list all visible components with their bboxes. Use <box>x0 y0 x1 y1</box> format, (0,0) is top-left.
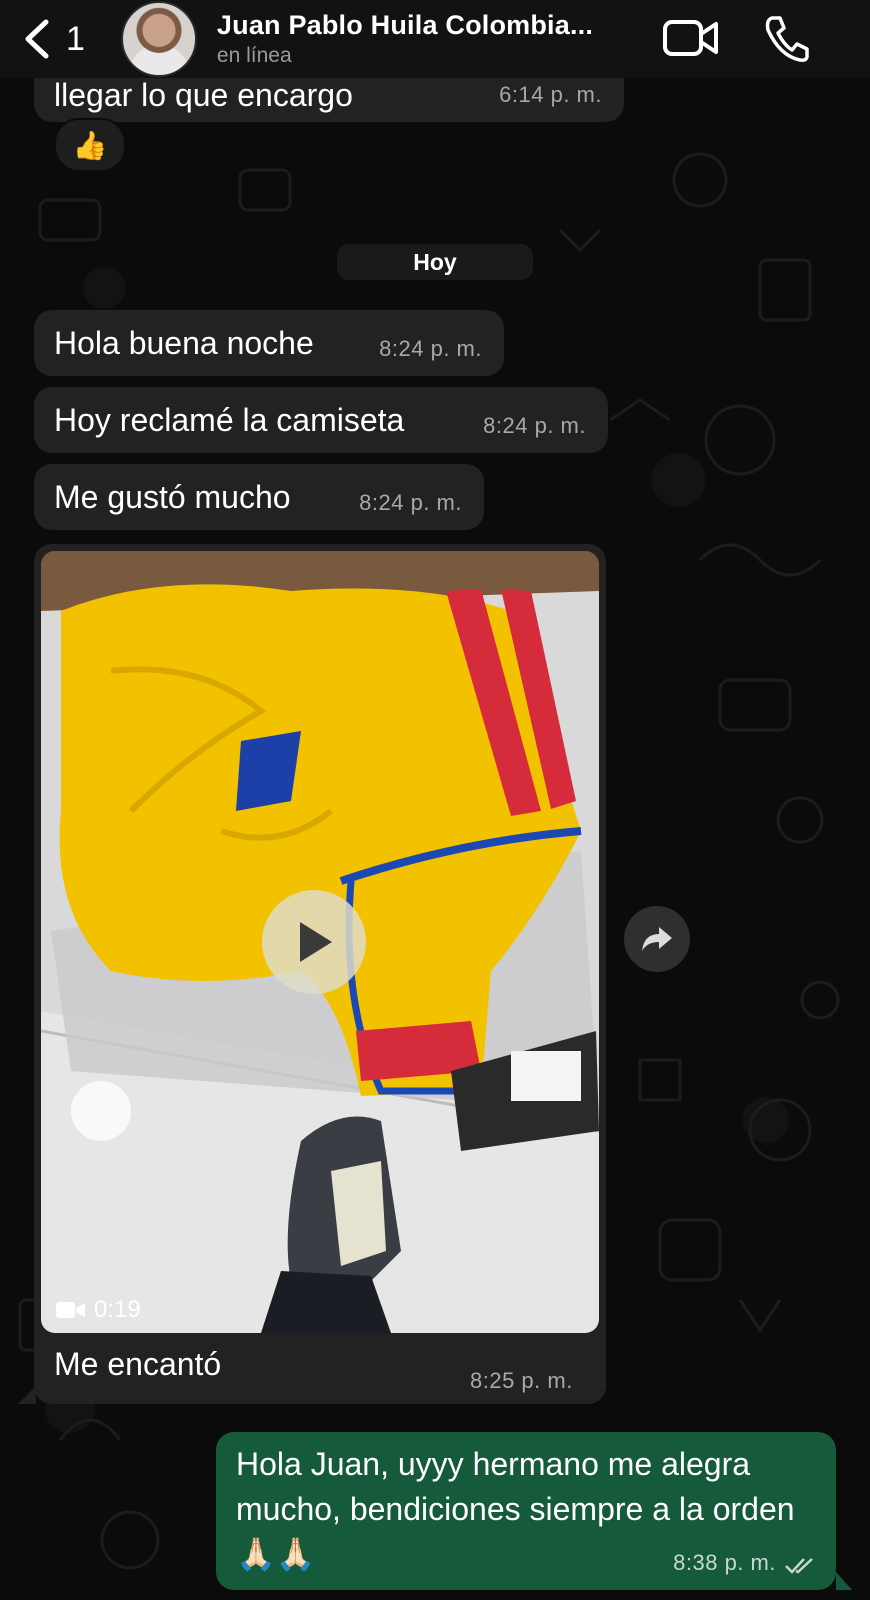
avatar[interactable] <box>120 1 197 77</box>
message-time: 6:14 p. m. <box>499 82 602 108</box>
date-separator: Hoy <box>337 244 533 280</box>
message-text: Me gustó mucho <box>54 479 291 515</box>
message-time: 8:24 p. m. <box>483 413 586 439</box>
reaction-badge[interactable]: 👍 <box>54 118 126 172</box>
video-caption: Me encantó <box>54 1346 222 1382</box>
message-time: 8:24 p. m. <box>379 336 482 362</box>
back-button[interactable]: 1 <box>22 18 85 60</box>
message-text: Hola buena noche <box>54 325 314 361</box>
duration-text: 0:19 <box>94 1296 141 1323</box>
contact-status: en línea <box>216 44 292 67</box>
chat-header: 1 Juan Pablo Huila Colombia... en línea <box>0 0 870 78</box>
read-receipt-icon <box>785 1558 813 1574</box>
video-camera-icon <box>56 1302 85 1318</box>
message-bubble[interactable]: Hola buena noche 8:24 p. m. <box>34 310 504 376</box>
message-text: Hoy reclamé la camiseta <box>54 402 405 438</box>
unread-count: 1 <box>66 19 85 58</box>
bubble-tail <box>836 1572 852 1590</box>
play-icon <box>300 922 332 962</box>
video-camera-icon <box>663 20 718 56</box>
phone-icon <box>765 16 809 62</box>
contact-info[interactable]: Juan Pablo Huila Colombia... en línea <box>217 10 637 68</box>
message-bubble[interactable]: Hoy reclamé la camiseta 8:24 p. m. <box>34 387 608 453</box>
message-bubble-outgoing[interactable]: Hola Juan, uyyy hermano me alegra mucho,… <box>216 1432 836 1590</box>
message-time: 8:25 p. m. <box>470 1368 573 1393</box>
message-bubble[interactable]: Me gustó mucho 8:24 p. m. <box>34 464 484 530</box>
thumbs-up-icon: 👍 <box>72 129 108 161</box>
forward-button[interactable] <box>624 906 690 972</box>
contact-name: Juan Pablo Huila Colombia... <box>216 10 594 40</box>
message-time: 8:38 p. m. <box>673 1550 776 1576</box>
chevron-left-icon <box>25 19 49 59</box>
video-duration: 0:19 <box>56 1296 141 1324</box>
message-time: 8:24 p. m. <box>359 490 462 516</box>
voice-call-button[interactable] <box>762 12 810 69</box>
forward-arrow-icon <box>642 927 672 951</box>
video-call-button[interactable] <box>662 12 720 69</box>
bubble-tail <box>18 1386 36 1404</box>
play-button[interactable] <box>262 890 366 994</box>
message-text: llegar lo que encargo <box>54 77 353 113</box>
